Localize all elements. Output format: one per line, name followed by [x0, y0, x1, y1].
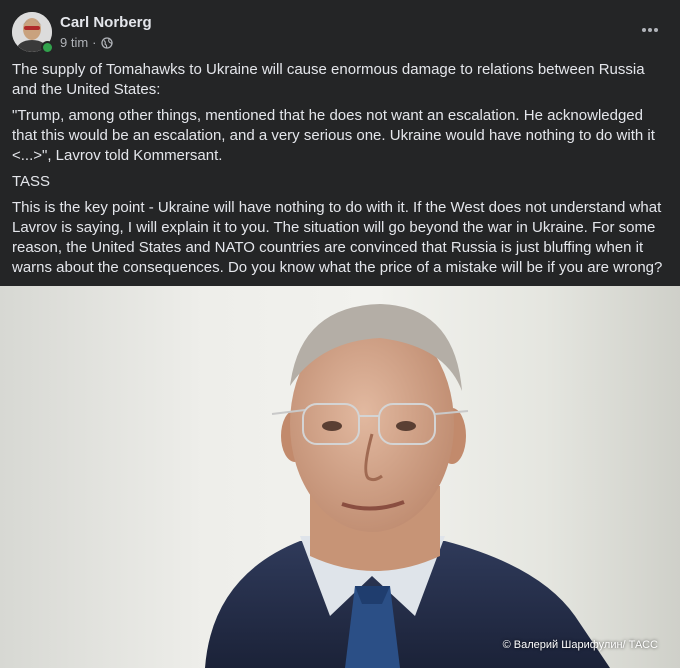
- photo-credit: © Валерий Шарифулин/ ТАСС: [502, 639, 658, 651]
- post-paragraph-1: The supply of Tomahawks to Ukraine will …: [12, 61, 645, 98]
- online-status-dot: [41, 41, 54, 54]
- globe-icon[interactable]: [100, 36, 113, 49]
- facebook-post: Carl Norberg 9 tim · The supply of Tomah…: [0, 0, 680, 668]
- post-paragraph-4: This is the key point - Ukraine will hav…: [12, 199, 663, 276]
- author-name[interactable]: Carl Norberg: [60, 14, 152, 31]
- post-paragraph-3: TASS: [12, 173, 51, 190]
- post-text: The supply of Tomahawks to Ukraine will …: [12, 60, 672, 284]
- post-paragraph-2: "Trump, among other things, mentioned th…: [12, 107, 655, 164]
- meta-separator: ·: [92, 35, 97, 50]
- post-photo[interactable]: © Валерий Шарифулин/ ТАСС: [0, 286, 680, 668]
- post-meta: 9 tim ·: [60, 35, 113, 50]
- post-header: Carl Norberg 9 tim ·: [0, 0, 680, 58]
- more-options-icon[interactable]: [636, 18, 664, 42]
- photo-image: [205, 304, 610, 668]
- post-time[interactable]: 9 tim: [60, 35, 88, 50]
